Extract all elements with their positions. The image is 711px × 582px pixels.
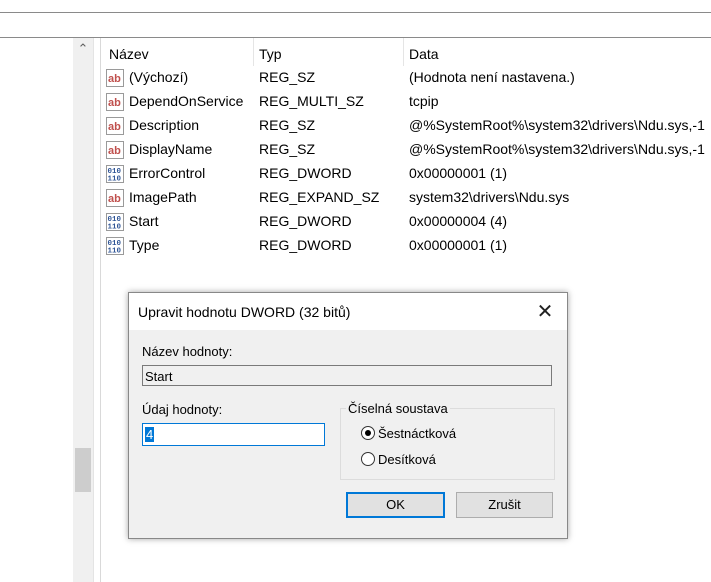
value-data-input[interactable]: 4 <box>142 423 325 446</box>
column-header-data[interactable]: Data <box>409 46 439 62</box>
svg-text:ab: ab <box>108 121 121 133</box>
value-data: 0x00000004 (4) <box>409 213 508 229</box>
radio-decimal-label[interactable]: Desítková <box>378 452 436 467</box>
base-groupbox <box>340 408 555 480</box>
value-name: Description <box>129 117 200 133</box>
radio-hexadecimal-label[interactable]: Šestnáctková <box>378 426 456 441</box>
column-header-name[interactable]: Název <box>109 46 149 62</box>
svg-text:110: 110 <box>108 224 122 232</box>
value-name: ImagePath <box>129 189 197 205</box>
value-name-label: Název hodnoty: <box>142 344 233 359</box>
value-data: system32\drivers\Ndu.sys <box>409 189 570 205</box>
value-data: @%SystemRoot%\system32\drivers\Ndu.sys,-… <box>409 117 705 133</box>
cancel-button[interactable]: Zrušit <box>456 492 553 518</box>
radio-decimal[interactable] <box>361 452 375 466</box>
key-tree-pane[interactable] <box>0 38 73 582</box>
value-name: (Výchozí) <box>129 69 189 85</box>
value-name: DependOnService <box>129 93 244 109</box>
value-data-text: 4 <box>145 427 155 442</box>
value-data: tcpip <box>409 93 439 109</box>
value-name: Type <box>129 237 160 253</box>
value-data: @%SystemRoot%\system32\drivers\Ndu.sys,-… <box>409 141 705 157</box>
value-type: REG_DWORD <box>259 237 352 253</box>
value-type: REG_SZ <box>259 69 316 85</box>
radio-hexadecimal[interactable] <box>361 426 375 440</box>
value-data: 0x00000001 (1) <box>409 165 508 181</box>
ok-button[interactable]: OK <box>346 492 445 518</box>
table-row[interactable]: 010 110 Type REG_DWORD 0x00000001 (1) <box>101 234 711 258</box>
scroll-thumb[interactable] <box>75 448 91 492</box>
string-value-icon: ab <box>106 189 124 207</box>
value-name: DisplayName <box>129 141 213 157</box>
value-name-field: Start <box>142 365 552 386</box>
binary-value-icon: 010 110 <box>106 213 124 232</box>
value-type: REG_DWORD <box>259 165 352 181</box>
table-row[interactable]: ab DependOnService REG_MULTI_SZ tcpip <box>101 90 711 114</box>
table-row[interactable]: 010 110 ErrorControl REG_DWORD 0x00000001 (1… <box>101 162 711 186</box>
svg-text:ab: ab <box>108 73 121 85</box>
menu-bar <box>0 0 711 13</box>
column-divider[interactable] <box>403 38 404 66</box>
string-value-icon: ab <box>106 117 124 135</box>
value-type: REG_MULTI_SZ <box>259 93 364 109</box>
value-data: (Hodnota není nastavena.) <box>409 69 575 85</box>
radio-selected-dot <box>365 430 371 436</box>
svg-text:110: 110 <box>108 176 122 184</box>
svg-text:110: 110 <box>108 248 122 256</box>
string-value-icon: ab <box>106 141 124 159</box>
svg-text:ab: ab <box>108 97 121 109</box>
value-type: REG_SZ <box>259 141 316 157</box>
table-row[interactable]: ab DisplayName REG_SZ @%SystemRoot%\system3… <box>101 138 711 162</box>
table-row[interactable]: ab ImagePath REG_EXPAND_SZ system32\drivers… <box>101 186 711 210</box>
column-header-type[interactable]: Typ <box>259 46 282 62</box>
table-row[interactable]: 010 110 Start REG_DWORD 0x00000004 (4) <box>101 210 711 234</box>
close-icon[interactable]: ✕ <box>529 298 561 326</box>
value-type: REG_EXPAND_SZ <box>259 189 380 205</box>
address-bar[interactable] <box>0 13 711 38</box>
string-value-icon: ab <box>106 93 124 111</box>
scroll-up-arrow-icon[interactable]: ⌃ <box>76 42 90 56</box>
value-data: 0x00000001 (1) <box>409 237 508 253</box>
value-name: Start <box>129 213 159 229</box>
edit-dword-dialog: Upravit hodnotu DWORD (32 bitů) ✕ Název … <box>128 292 568 539</box>
table-row[interactable]: ab (Výchozí) REG_SZ (Hodnota není nastavena… <box>101 66 711 90</box>
svg-text:ab: ab <box>108 145 121 157</box>
value-type: REG_SZ <box>259 117 316 133</box>
binary-value-icon: 010 110 <box>106 237 124 256</box>
value-name: ErrorControl <box>129 165 206 181</box>
table-row[interactable]: ab Description REG_SZ @%SystemRoot%\system3… <box>101 114 711 138</box>
dialog-titlebar[interactable]: Upravit hodnotu DWORD (32 bitů) ✕ <box>129 293 567 330</box>
dialog-title: Upravit hodnotu DWORD (32 bitů) <box>138 304 351 320</box>
value-type: REG_DWORD <box>259 213 352 229</box>
column-divider[interactable] <box>253 38 254 66</box>
list-header: Název Typ Data <box>101 38 711 66</box>
string-value-icon: ab <box>106 69 124 87</box>
base-group-title: Číselná soustava <box>346 401 450 416</box>
tree-scrollbar[interactable]: ⌃ <box>73 38 94 582</box>
binary-value-icon: 010 110 <box>106 165 124 184</box>
value-data-label: Údaj hodnoty: <box>142 402 223 417</box>
svg-text:ab: ab <box>108 193 121 205</box>
